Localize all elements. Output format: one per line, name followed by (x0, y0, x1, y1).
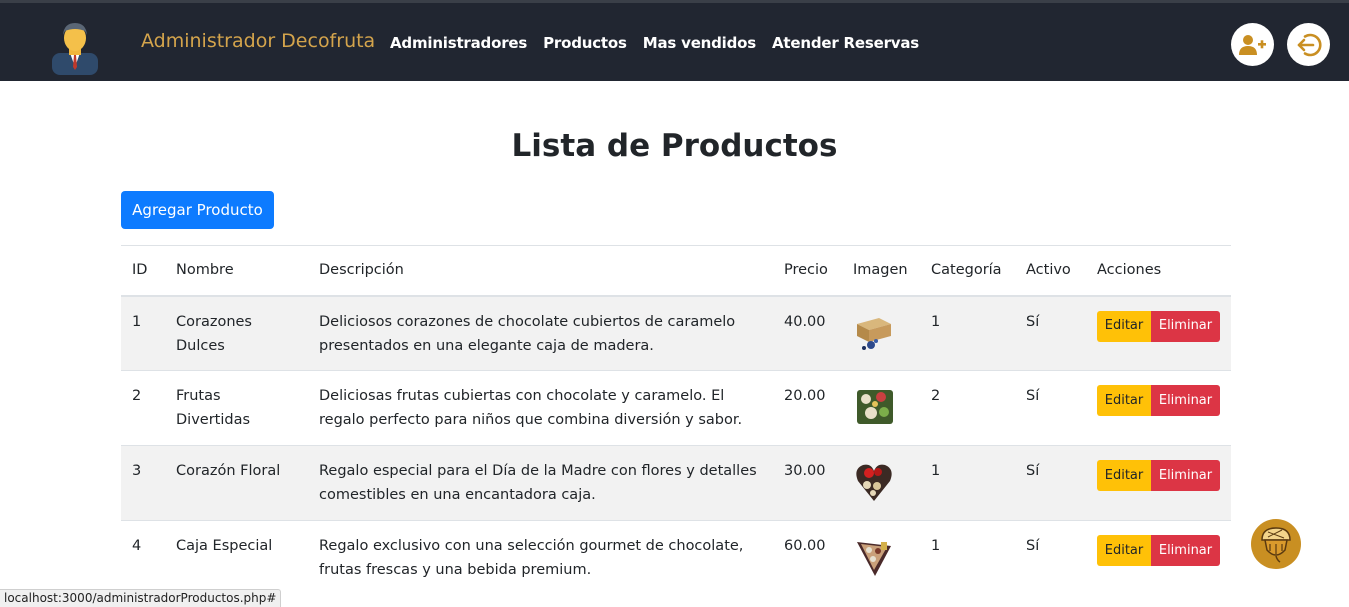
nav-atender-reservas[interactable]: Atender Reservas (772, 34, 919, 52)
acorn-floating-button[interactable] (1251, 519, 1301, 569)
main-nav: Administradores Productos Mas vendidos A… (390, 34, 919, 52)
admin-avatar-icon (52, 23, 98, 75)
cell-id: 1 (121, 295, 165, 371)
page-title: Lista de Productos (511, 128, 838, 164)
column-header-activo: Activo (1015, 245, 1086, 297)
cell-nombre: Corazón Floral (165, 445, 308, 521)
edit-button[interactable]: Editar (1097, 460, 1151, 491)
cell-acciones: Editar Eliminar (1086, 295, 1231, 371)
delete-button[interactable]: Eliminar (1151, 310, 1220, 342)
column-header-categoria: Categoría (920, 245, 1015, 297)
cell-activo: Sí (1015, 445, 1086, 521)
heart-box-thumbnail (856, 464, 892, 501)
cell-activo: Sí (1015, 520, 1086, 596)
delete-button[interactable]: Eliminar (1151, 460, 1220, 491)
table-header-row: ID Nombre Descripción Precio Imagen Cate… (121, 245, 1231, 297)
cell-id: 4 (121, 520, 165, 596)
nav-productos[interactable]: Productos (543, 34, 627, 52)
cell-imagen (842, 520, 920, 596)
delete-button[interactable]: Eliminar (1151, 535, 1220, 566)
wooden-box-thumbnail (857, 317, 891, 350)
cell-imagen (842, 370, 920, 446)
cell-categoria: 1 (920, 520, 1015, 596)
cell-id: 3 (121, 445, 165, 521)
edit-button[interactable]: Editar (1097, 535, 1151, 566)
cell-categoria: 2 (920, 370, 1015, 446)
sign-out-icon (1297, 33, 1321, 56)
acorn-icon (1261, 527, 1291, 563)
cell-descripcion: Deliciosos corazones de chocolate cubier… (308, 295, 773, 371)
cell-descripcion: Regalo especial para el Día de la Madre … (308, 445, 773, 521)
cell-nombre: Frutas Divertidas (165, 370, 308, 446)
gourmet-box-thumbnail (857, 542, 891, 576)
cell-activo: Sí (1015, 295, 1086, 371)
cell-acciones: Editar Eliminar (1086, 370, 1231, 446)
edit-button[interactable]: Editar (1097, 385, 1151, 416)
column-header-acciones: Acciones (1086, 245, 1231, 297)
column-header-id: ID (121, 245, 165, 297)
cell-precio: 60.00 (773, 520, 842, 596)
table-row: 3 Corazón Floral Regalo especial para el… (121, 445, 1231, 521)
cell-acciones: Editar Eliminar (1086, 520, 1231, 596)
logout-button[interactable] (1287, 23, 1330, 66)
products-table: ID Nombre Descripción Precio Imagen Cate… (121, 245, 1231, 596)
cell-id: 2 (121, 370, 165, 446)
add-product-button[interactable]: Agregar Producto (121, 191, 274, 229)
column-header-nombre: Nombre (165, 245, 308, 297)
add-user-button[interactable] (1231, 23, 1274, 66)
cell-precio: 30.00 (773, 445, 842, 521)
user-plus-icon (1238, 34, 1266, 55)
cell-descripcion: Deliciosas frutas cubiertas con chocolat… (308, 370, 773, 446)
fruit-tray-thumbnail (857, 390, 893, 424)
cell-precio: 40.00 (773, 295, 842, 371)
cell-categoria: 1 (920, 295, 1015, 371)
table-row: 1 Corazones Dulces Deliciosos corazones … (121, 295, 1231, 371)
column-header-precio: Precio (773, 245, 842, 297)
nav-mas-vendidos[interactable]: Mas vendidos (643, 34, 756, 52)
column-header-descripcion: Descripción (308, 245, 773, 297)
edit-button[interactable]: Editar (1097, 310, 1151, 342)
status-bar-url: localhost:3000/administradorProductos.ph… (0, 589, 282, 607)
cell-imagen (842, 295, 920, 371)
nav-administradores[interactable]: Administradores (390, 34, 527, 52)
cell-nombre: Corazones Dulces (165, 295, 308, 371)
cell-imagen (842, 445, 920, 521)
column-header-imagen: Imagen (842, 245, 920, 297)
cell-categoria: 1 (920, 445, 1015, 521)
cell-nombre: Caja Especial (165, 520, 308, 596)
cell-acciones: Editar Eliminar (1086, 445, 1231, 521)
table-row: 4 Caja Especial Regalo exclusivo con una… (121, 520, 1231, 596)
cell-activo: Sí (1015, 370, 1086, 446)
top-navbar: Administrador Decofruta Administradores … (0, 0, 1349, 81)
cell-descripcion: Regalo exclusivo con una selección gourm… (308, 520, 773, 596)
delete-button[interactable]: Eliminar (1151, 385, 1220, 416)
table-row: 2 Frutas Divertidas Deliciosas frutas cu… (121, 370, 1231, 446)
cell-precio: 20.00 (773, 370, 842, 446)
brand-title[interactable]: Administrador Decofruta (141, 30, 375, 52)
